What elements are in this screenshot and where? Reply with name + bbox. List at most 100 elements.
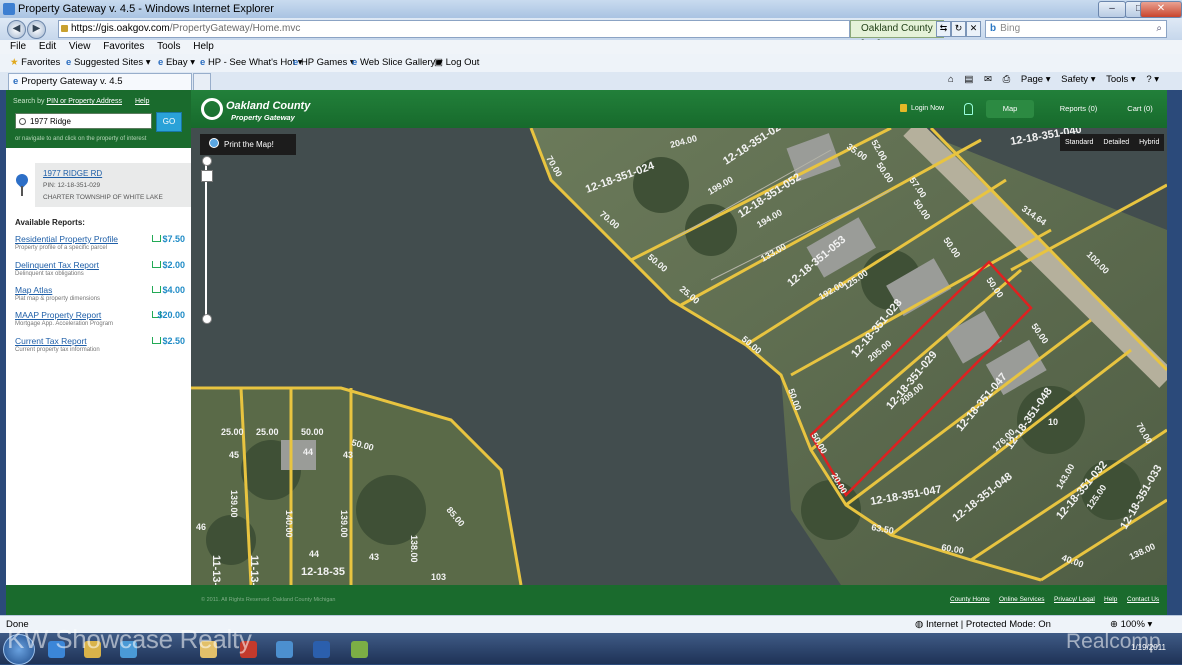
aerial-map[interactable]: 12-18-351-024 12-18-351-024 12-18-351-05…	[191, 90, 1167, 585]
cmd-page[interactable]: Page ▾	[1021, 74, 1051, 85]
fav-web-slice-gallery[interactable]: e Web Slice Gallery ▾	[352, 57, 443, 68]
login-link[interactable]: Login Now	[911, 105, 944, 112]
report-name-link[interactable]: Delinquent Tax Report	[15, 260, 99, 270]
copyright: © 2011. All Rights Reserved. Oakland Cou…	[201, 597, 336, 603]
search-icon[interactable]: ⌕	[1156, 21, 1162, 37]
report-item[interactable]: Current Tax Report Current property tax …	[15, 336, 185, 360]
refresh-icon[interactable]: ↻	[951, 21, 966, 37]
cmd-safety[interactable]: Safety ▾	[1061, 74, 1095, 85]
fav-log-out[interactable]: ▣ Log Out	[434, 57, 479, 68]
star-icon: ★	[10, 57, 19, 68]
minimize-button[interactable]: –	[1098, 1, 1126, 18]
ie-page-icon: e	[158, 57, 164, 68]
menu-tools[interactable]: Tools	[157, 41, 180, 52]
tab-cart[interactable]: Cart (0)	[1116, 100, 1164, 118]
compat-icon[interactable]: ⇆	[936, 21, 951, 37]
zoom-out-button[interactable]	[202, 314, 212, 324]
user-icon[interactable]	[964, 103, 973, 115]
mail-icon[interactable]: ✉	[984, 74, 992, 85]
maptype-standard[interactable]: Standard	[1060, 134, 1098, 151]
report-name-link[interactable]: Map Atlas	[15, 285, 52, 295]
back-button[interactable]: ◀	[7, 20, 26, 39]
search-box[interactable]: b Bing ⌕	[985, 20, 1167, 38]
ie-page-icon: e	[352, 57, 358, 68]
menu-edit[interactable]: Edit	[39, 41, 56, 52]
reports-title: Available Reports:	[15, 218, 85, 227]
parcel-label: 11-13-428-030	[210, 555, 222, 585]
favorites-button[interactable]: ★ Favorites	[10, 57, 60, 68]
report-item[interactable]: Delinquent Tax Report Delinquent tax obl…	[15, 260, 185, 284]
maptype-hybrid[interactable]: Hybrid	[1134, 134, 1164, 151]
search-type-link[interactable]: PIN or Property Address	[46, 98, 121, 105]
feeds-icon[interactable]: ▤	[964, 74, 973, 85]
fav-ebay[interactable]: e Ebay ▾	[158, 57, 195, 68]
report-name-link[interactable]: Current Tax Report	[15, 336, 87, 346]
cart-icon[interactable]	[152, 286, 161, 293]
dim-label: 43	[369, 552, 379, 562]
go-button[interactable]: GO	[156, 112, 182, 132]
report-price: $2.00	[162, 260, 185, 270]
report-item[interactable]: Residential Property Profile Property pr…	[15, 234, 185, 258]
report-name-link[interactable]: Residential Property Profile	[15, 234, 118, 244]
report-price: $2.50	[162, 336, 185, 346]
zoom-in-button[interactable]	[202, 156, 212, 166]
print-map-button[interactable]: Print the Map!	[200, 134, 296, 155]
site-footer: © 2011. All Rights Reserved. Oakland Cou…	[6, 585, 1167, 615]
logout-icon: ▣	[434, 57, 443, 68]
report-name-link[interactable]: MAAP Property Report	[15, 310, 101, 320]
stop-icon[interactable]: ✕	[966, 21, 981, 37]
help-link[interactable]: Help	[135, 98, 149, 105]
tab-map[interactable]: Map	[986, 100, 1034, 118]
fav-hp-whats-hot[interactable]: e HP - See What's Hot ▾	[200, 57, 303, 68]
browser-tab[interactable]: e Property Gateway v. 4.5	[8, 73, 192, 90]
paint-taskbar-icon[interactable]	[351, 641, 368, 658]
report-desc: Property profile of a specific parcel	[15, 245, 108, 251]
report-item[interactable]: Map Atlas Plat map & property dimensions…	[15, 285, 185, 309]
footer-contact-us[interactable]: Contact Us	[1127, 596, 1159, 603]
cmd-tools[interactable]: Tools ▾	[1106, 74, 1136, 85]
zoom-level[interactable]: ⊕ 100% ▾	[1110, 619, 1152, 630]
address-search-input[interactable]: 1977 Ridge	[15, 113, 152, 129]
result-address-link[interactable]: 1977 RIDGE RD	[43, 169, 102, 178]
oakland-county-logo[interactable]: Oakland County Property Gateway	[201, 96, 316, 124]
lock-icon	[61, 25, 68, 32]
word-taskbar-icon[interactable]	[313, 641, 330, 658]
cart-icon[interactable]	[152, 337, 161, 344]
security-zone[interactable]: ◍ Internet | Protected Mode: On	[915, 619, 1051, 630]
zoom-slider[interactable]	[201, 156, 213, 324]
cmd-help[interactable]: ? ▾	[1146, 74, 1159, 85]
maptype-detailed[interactable]: Detailed	[1098, 134, 1134, 151]
tab-reports[interactable]: Reports (0)	[1041, 100, 1116, 118]
fav-hp-games[interactable]: e HP Games ▾	[293, 57, 355, 68]
forward-button[interactable]: ▶	[27, 20, 46, 39]
dim-label: 25.00	[221, 427, 244, 437]
footer-online-services[interactable]: Online Services	[999, 596, 1045, 603]
logo-subtitle: Property Gateway	[231, 113, 295, 122]
map-canvas[interactable]: 12-18-351-024 12-18-351-024 12-18-351-05…	[191, 90, 1167, 585]
ie-icon	[3, 3, 15, 15]
report-price: $7.50	[162, 234, 185, 244]
cart-icon[interactable]	[152, 235, 161, 242]
menu-favorites[interactable]: Favorites	[103, 41, 144, 52]
map-pin-stem	[21, 186, 23, 196]
new-tab-button[interactable]	[193, 73, 211, 91]
url-field[interactable]: https://gis.oakgov.com/PropertyGateway/H…	[58, 20, 850, 38]
site-header: Oakland County Property Gateway Login No…	[191, 90, 1167, 128]
report-item[interactable]: MAAP Property Report Mortgage App. Accel…	[15, 310, 185, 334]
search-icon	[19, 118, 26, 125]
footer-help[interactable]: Help	[1104, 596, 1117, 603]
close-button[interactable]: ✕	[1140, 1, 1182, 18]
print-icon[interactable]: ⎙	[1003, 74, 1011, 85]
app-taskbar-icon[interactable]	[276, 641, 293, 658]
fav-suggested-sites[interactable]: e Suggested Sites ▾	[66, 57, 151, 68]
site-identity[interactable]: Oakland County [US]	[850, 20, 944, 50]
zoom-thumb[interactable]	[201, 170, 213, 182]
footer-county-home[interactable]: County Home	[950, 596, 990, 603]
cart-icon[interactable]	[152, 261, 161, 268]
menu-file[interactable]: File	[10, 41, 26, 52]
menu-view[interactable]: View	[69, 41, 91, 52]
home-icon[interactable]: ⌂	[948, 74, 954, 85]
footer-privacy-legal[interactable]: Privacy/ Legal	[1054, 596, 1095, 603]
menu-help[interactable]: Help	[193, 41, 214, 52]
map-type-switcher: Standard Detailed Hybrid	[1060, 134, 1165, 151]
